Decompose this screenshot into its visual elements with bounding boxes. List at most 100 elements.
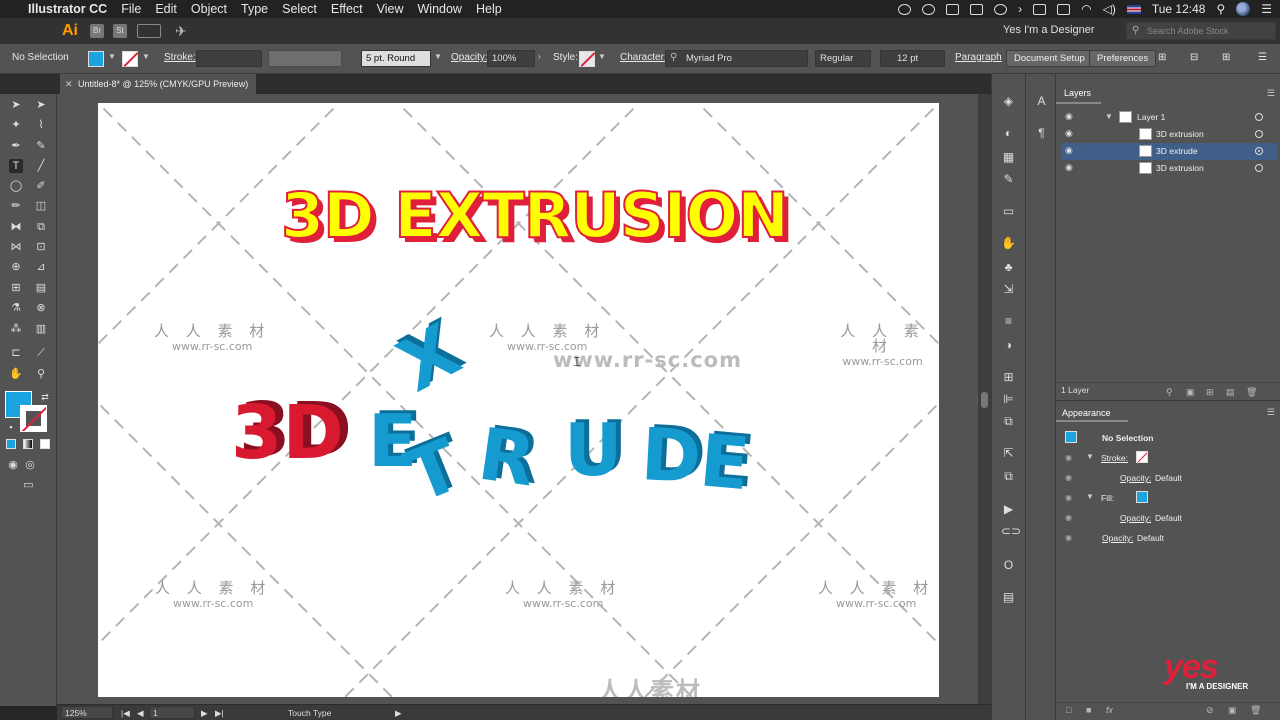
- fill-opacity-row[interactable]: ◉ Opacity: Default: [1056, 509, 1280, 527]
- paragraph-icon[interactable]: ¶: [1034, 126, 1049, 140]
- eraser-tool-icon[interactable]: ◫: [34, 199, 48, 213]
- variable-width-profile[interactable]: [268, 50, 342, 67]
- eyedropper-tool-icon[interactable]: ⚗: [9, 301, 23, 315]
- opacity-label[interactable]: Opacity:: [1120, 473, 1151, 483]
- width-tool-icon[interactable]: ⋈: [9, 240, 23, 254]
- visibility-eye-icon[interactable]: ◉: [1065, 513, 1072, 522]
- bridge-button[interactable]: Br: [90, 24, 104, 38]
- none-mode-icon[interactable]: [40, 439, 50, 449]
- menu-select[interactable]: Select: [282, 2, 317, 16]
- brush-definition[interactable]: 5 pt. Round: [361, 50, 431, 67]
- default-colors-icon[interactable]: ▪: [4, 420, 18, 434]
- menu-view[interactable]: View: [377, 2, 404, 16]
- arrange-documents-button[interactable]: [137, 24, 161, 38]
- color-mode-icon[interactable]: [6, 439, 16, 449]
- appearance-tab[interactable]: Appearance: [1056, 404, 1128, 422]
- blend-tool-icon[interactable]: ⊗: [34, 301, 48, 315]
- stroke-color-swatch[interactable]: [20, 405, 47, 432]
- flag-icon[interactable]: [1126, 4, 1141, 14]
- chevron-right-icon[interactable]: ›: [1018, 2, 1022, 16]
- close-icon[interactable]: ✕: [65, 74, 73, 94]
- scale-tool-icon[interactable]: ⧉: [34, 220, 48, 234]
- target-icon[interactable]: [1255, 147, 1263, 155]
- zoom-field[interactable]: 125%: [61, 706, 113, 719]
- asset-export-icon[interactable]: ⇱: [1001, 446, 1016, 460]
- document-tab[interactable]: ✕ Untitled-8* @ 125% (CMYK/GPU Preview): [60, 74, 256, 94]
- layers-tab[interactable]: Layers: [1056, 82, 1101, 104]
- menu-window[interactable]: Window: [418, 2, 462, 16]
- airplay-icon[interactable]: [1057, 3, 1071, 15]
- glyphs-icon[interactable]: O: [1001, 558, 1016, 572]
- align-icon[interactable]: ⊞: [1158, 52, 1166, 63]
- stroke-label[interactable]: Stroke:: [164, 52, 196, 63]
- menu-type[interactable]: Type: [241, 2, 268, 16]
- graphic-style-swatch[interactable]: [579, 51, 595, 67]
- character-icon[interactable]: A: [1034, 94, 1049, 108]
- chevron-down-icon[interactable]: ▼: [434, 52, 442, 61]
- visibility-eye-icon[interactable]: ◉: [1065, 473, 1072, 482]
- target-icon[interactable]: [1255, 130, 1263, 138]
- direct-selection-tool-icon[interactable]: ➤: [34, 98, 48, 112]
- panel-menu-icon[interactable]: ☰: [1267, 407, 1275, 418]
- mesh-tool-icon[interactable]: ⊞: [9, 281, 23, 295]
- add-new-fill-icon[interactable]: ■: [1086, 705, 1091, 715]
- menu-help[interactable]: Help: [476, 2, 502, 16]
- perspective-grid-tool-icon[interactable]: ⊿: [34, 260, 48, 274]
- graph-tool-icon[interactable]: ▥: [34, 322, 48, 336]
- fill-swatch[interactable]: [88, 51, 104, 67]
- screen-mode-icon[interactable]: ▭: [20, 478, 37, 492]
- actions-icon[interactable]: ▶: [1001, 502, 1016, 516]
- stock-search-input[interactable]: ⚲ Search Adobe Stock: [1126, 22, 1276, 40]
- status-menu-icon[interactable]: ▶: [395, 708, 402, 719]
- lasso-tool-icon[interactable]: ⌇: [34, 118, 48, 132]
- pen-tool-icon[interactable]: ✒: [9, 139, 23, 153]
- sublayer-label[interactable]: 3D extrusion: [1156, 129, 1204, 139]
- vertical-scrollbar[interactable]: [978, 94, 991, 706]
- transform-icon[interactable]: ⊟: [1190, 52, 1198, 63]
- new-layer-icon[interactable]: ▤: [1226, 385, 1235, 400]
- artboard-tool-icon[interactable]: ⊏: [9, 346, 23, 360]
- status-icon-1[interactable]: [898, 3, 912, 15]
- layer-row[interactable]: ◉ ▼ Layer 1: [1061, 109, 1277, 126]
- artboard-number-field[interactable]: 1: [149, 706, 195, 719]
- opacity-field[interactable]: 100%: [487, 50, 535, 67]
- visibility-eye-icon[interactable]: ◉: [1065, 453, 1072, 462]
- artboards-icon[interactable]: ⧉: [1001, 469, 1016, 483]
- layer-label[interactable]: Layer 1: [1137, 112, 1165, 122]
- brushes-icon[interactable]: ✎: [1001, 172, 1016, 186]
- chevron-down-icon[interactable]: ▼: [598, 52, 606, 61]
- last-artboard-icon[interactable]: ▶|: [215, 708, 224, 719]
- draw-normal-icon[interactable]: ◉: [6, 458, 20, 472]
- color-icon[interactable]: ◐: [1001, 126, 1016, 140]
- sublayer-label[interactable]: 3D extrusion: [1156, 163, 1204, 173]
- stock-button[interactable]: St: [113, 24, 127, 38]
- line-tool-icon[interactable]: ╱: [34, 159, 48, 173]
- touch-type-tool-icon[interactable]: T: [9, 159, 23, 173]
- current-tool-status[interactable]: Touch Type: [288, 708, 331, 718]
- stroke-icon[interactable]: ≡: [1001, 314, 1016, 328]
- opacity-label[interactable]: Opacity:: [1102, 533, 1133, 543]
- chevron-down-icon[interactable]: ▼: [142, 52, 150, 61]
- zoom-tool-icon[interactable]: ⚲: [34, 367, 48, 381]
- chevron-right-icon[interactable]: ›: [538, 52, 541, 61]
- hand-tool-icon[interactable]: ✋: [9, 367, 23, 381]
- selection-tool-icon[interactable]: ➤: [9, 98, 23, 112]
- opacity-label[interactable]: Opacity:: [451, 52, 488, 63]
- first-artboard-icon[interactable]: |◀: [121, 708, 130, 719]
- status-icon-2[interactable]: [922, 3, 936, 15]
- object-opacity-row[interactable]: ◉ Opacity: Default: [1056, 529, 1280, 547]
- visibility-eye-icon[interactable]: ◉: [1065, 128, 1075, 138]
- add-new-stroke-icon[interactable]: □: [1066, 705, 1071, 715]
- align-icon[interactable]: ⊫: [1001, 392, 1016, 406]
- sublayer-row-selected[interactable]: ◉ 3D extrude: [1061, 143, 1277, 160]
- transform-icon[interactable]: ⊞: [1001, 370, 1016, 384]
- pathfinder-icon[interactable]: ⧉: [1001, 414, 1016, 428]
- headline-3d-extrusion[interactable]: 3D EXTRUSION 3D EXTRUSION: [280, 178, 794, 257]
- chevron-down-icon[interactable]: ▼: [1086, 492, 1094, 501]
- spotlight-search-icon[interactable]: ⚲: [1216, 2, 1225, 16]
- shape-builder-tool-icon[interactable]: ⊕: [9, 260, 23, 274]
- menu-object[interactable]: Object: [191, 2, 227, 16]
- opacity-label[interactable]: Opacity:: [1120, 513, 1151, 523]
- gpu-performance-icon[interactable]: ✈: [175, 23, 187, 40]
- reflect-tool-icon[interactable]: ⧓: [9, 220, 23, 234]
